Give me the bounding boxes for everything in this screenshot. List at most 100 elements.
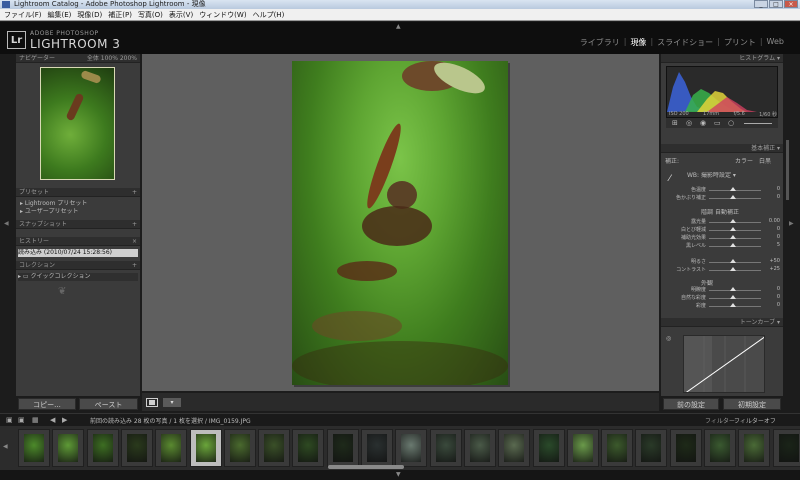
brush-slider[interactable] <box>744 123 772 124</box>
copy-button[interactable]: コピー... <box>18 398 76 410</box>
slider-value[interactable]: 0 <box>764 186 780 192</box>
slider-knob[interactable] <box>730 187 736 191</box>
filmstrip-thumbnail[interactable] <box>429 429 462 467</box>
history-item[interactable]: 読み込み (2010/07/24 15:28:56) <box>18 249 138 257</box>
slider-knob[interactable] <box>730 195 736 199</box>
slider-value[interactable]: +50 <box>764 258 780 264</box>
navigator-preview[interactable] <box>40 67 115 180</box>
filmstrip-thumbnail[interactable] <box>86 429 119 467</box>
histogram-header[interactable]: ヒストグラム ▾ <box>661 54 783 63</box>
filmstrip-thumbnail[interactable] <box>395 429 428 467</box>
module-library[interactable]: ライブラリ <box>580 37 620 48</box>
clear-history-icon[interactable]: × <box>132 237 137 245</box>
presets-header[interactable]: プリセット + <box>16 188 140 197</box>
filmstrip-thumbnail[interactable] <box>704 429 736 467</box>
maximize-button[interactable]: □ <box>769 0 783 8</box>
white-balance-eyedropper-icon[interactable]: ⁄ <box>669 174 671 184</box>
crop-tool-icon[interactable]: ⊞ <box>672 119 678 127</box>
navigator-header[interactable]: ナビゲーター 全体 100% 200% <box>16 54 140 63</box>
before-after-dropdown[interactable]: ▾ <box>163 398 181 407</box>
right-panel-scrollbar[interactable] <box>786 140 789 200</box>
loupe-view-button[interactable] <box>146 398 158 407</box>
filmstrip-thumbnail[interactable] <box>601 429 634 467</box>
main-photo[interactable] <box>292 61 508 385</box>
slider-knob[interactable] <box>730 287 736 291</box>
filmstrip-thumbnail[interactable] <box>738 429 771 467</box>
minimize-button[interactable]: _ <box>754 0 768 8</box>
module-web[interactable]: Web <box>767 37 784 48</box>
adjustment-brush-icon[interactable]: ○ <box>728 119 734 127</box>
slider-knob[interactable] <box>730 259 736 263</box>
slider-value[interactable]: 0 <box>764 226 780 232</box>
history-header[interactable]: ヒストリー × <box>16 237 140 246</box>
add-preset-icon[interactable]: + <box>132 188 137 196</box>
filmstrip-thumbnail[interactable] <box>155 429 188 467</box>
paste-button[interactable]: ペースト <box>79 398 138 410</box>
filmstrip-thumbnail[interactable] <box>498 429 531 467</box>
filmstrip-thumbnail[interactable] <box>326 429 359 467</box>
next-arrow-icon[interactable]: ▶ <box>62 416 67 424</box>
slider-value[interactable]: 0 <box>764 302 780 308</box>
filmstrip-thumbnail[interactable] <box>463 429 496 467</box>
basic-header[interactable]: 基本補正 ▾ <box>661 144 783 153</box>
spot-removal-icon[interactable]: ◎ <box>686 119 692 127</box>
filmstrip-thumbnail[interactable] <box>532 429 565 467</box>
redeye-tool-icon[interactable]: ◉ <box>700 119 706 127</box>
slider-knob[interactable] <box>730 303 736 307</box>
filter-dropdown[interactable]: フィルターオフ <box>734 416 776 425</box>
filmstrip-thumbnail[interactable] <box>669 429 702 467</box>
filmstrip-thumbnail[interactable] <box>18 429 50 467</box>
module-print[interactable]: プリント <box>724 37 756 48</box>
grid-view-icon[interactable]: ▦ <box>32 416 39 424</box>
menu-view[interactable]: 表示(V) <box>169 9 193 20</box>
filmstrip-thumbnail[interactable] <box>361 429 393 467</box>
tone-curve-header[interactable]: トーンカーブ ▾ <box>661 318 783 327</box>
add-snapshot-icon[interactable]: + <box>132 220 137 228</box>
slider-value[interactable]: 0 <box>764 286 780 292</box>
left-panel-toggle-icon[interactable]: ◀ <box>4 220 9 227</box>
filmstrip-thumbnail[interactable] <box>189 429 222 467</box>
slider-value[interactable]: 0 <box>764 294 780 300</box>
wb-value[interactable]: 撮影時設定 <box>701 172 731 179</box>
right-panel-toggle-icon[interactable]: ▶ <box>789 220 794 227</box>
module-develop[interactable]: 現像 <box>630 37 646 48</box>
histogram[interactable]: ISO 200 17mm f/5.6 1/60 秒 <box>666 66 778 118</box>
add-collection-icon[interactable]: + <box>132 261 137 269</box>
previous-settings-button[interactable]: 前の設定 <box>663 398 719 410</box>
prev-arrow-icon[interactable]: ◀ <box>50 416 55 424</box>
secondary-display-icon[interactable]: ▣ <box>18 416 25 424</box>
menu-develop[interactable]: 現像(D) <box>77 9 102 20</box>
slider-knob[interactable] <box>730 295 736 299</box>
slider-value[interactable]: 0 <box>764 194 780 200</box>
slider-value[interactable]: 0 <box>764 234 780 240</box>
filmstrip-thumbnail[interactable] <box>223 429 256 467</box>
top-panel-toggle-icon[interactable]: ▲ <box>396 23 401 30</box>
auto-tone-button[interactable]: 自動補正 <box>715 209 739 216</box>
filmstrip-thumbnail[interactable] <box>566 429 599 467</box>
menu-photo[interactable]: 写真(O) <box>138 9 163 20</box>
module-slideshow[interactable]: スライドショー <box>657 37 713 48</box>
slider-value[interactable]: 0.00 <box>764 218 780 224</box>
slider-value[interactable]: +25 <box>764 266 780 272</box>
treatment-bw[interactable]: 白黒 <box>759 158 771 166</box>
filmstrip-scroll-left-icon[interactable]: ◀ <box>3 443 8 450</box>
reset-button[interactable]: 初期設定 <box>723 398 781 410</box>
filmstrip-scrollbar[interactable] <box>328 465 404 469</box>
filmstrip-thumbnail[interactable] <box>635 429 668 467</box>
tone-curve-graph[interactable] <box>683 335 765 393</box>
collections-header[interactable]: コレクション + <box>16 261 140 270</box>
snapshots-header[interactable]: スナップショット + <box>16 220 140 229</box>
close-button[interactable]: × <box>784 0 798 8</box>
slider-knob[interactable] <box>730 267 736 271</box>
graduated-filter-icon[interactable]: ▭ <box>714 119 721 127</box>
menu-window[interactable]: ウィンドウ(W) <box>199 9 246 20</box>
menu-edit[interactable]: 編集(E) <box>48 9 72 20</box>
slider-value[interactable]: 5 <box>764 242 780 248</box>
slider-knob[interactable] <box>730 219 736 223</box>
filmstrip-thumbnail[interactable] <box>120 429 153 467</box>
menu-file[interactable]: ファイル(F) <box>4 9 42 20</box>
bottom-panel-toggle-icon[interactable]: ▼ <box>396 471 401 478</box>
filmstrip-thumbnail[interactable] <box>258 429 291 467</box>
menu-settings[interactable]: 補正(P) <box>108 9 132 20</box>
filmstrip-thumbnail[interactable] <box>52 429 85 467</box>
